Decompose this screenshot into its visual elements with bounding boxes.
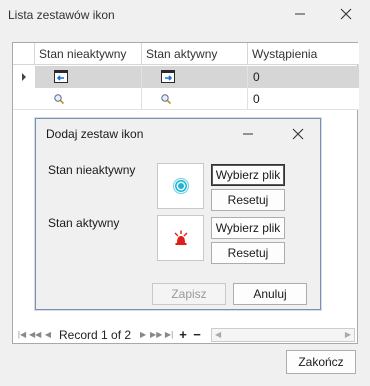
prev-record-icon[interactable]: ◀ [42,330,54,339]
record-navigator: |◀ ◀◀ ◀ Record 1 of 2 ▶ ▶▶ ▶| + − ◀ ▶ [13,325,359,344]
magnifier-icon [161,94,172,105]
next-record-icon[interactable]: ▶ [137,330,149,339]
dialog-minimize-button[interactable] [236,124,260,144]
table-row[interactable]: 0 [13,66,359,88]
active-state-label: Stan aktywny [48,216,120,230]
add-icon-set-dialog: Dodaj zestaw ikon Stan nieaktywny Wybier… [35,118,321,310]
scroll-left-icon[interactable]: ◀ [215,330,221,339]
inactive-state-label: Stan nieaktywny [48,163,136,177]
close-window-button[interactable] [332,2,360,26]
pick-active-file-button[interactable]: Wybierz plik [211,217,285,239]
row-pointer-icon [22,73,26,81]
inactive-icon-preview [157,163,204,209]
cell-occurrences[interactable]: 0 [248,66,359,88]
cell-inactive-icon[interactable] [35,88,142,110]
horizontal-scrollbar[interactable]: ◀ ▶ [211,328,355,342]
reset-inactive-button[interactable]: Resetuj [211,189,285,211]
row-indicator-header [13,43,35,65]
window-back-arrow-icon [54,70,68,83]
finish-button[interactable]: Zakończ [286,350,356,374]
cell-occurrences[interactable]: 0 [248,88,359,110]
last-record-icon[interactable]: ▶| [163,330,175,339]
row-indicator [13,66,35,88]
next-page-icon[interactable]: ▶▶ [150,330,162,339]
minimize-icon [295,13,305,15]
scroll-right-icon[interactable]: ▶ [345,330,351,339]
dialog-title: Dodaj zestaw ikon [46,127,144,141]
add-record-button[interactable]: + [176,327,190,342]
table-row[interactable]: 0 [13,88,359,110]
column-header-inactive[interactable]: Stan nieaktywny [35,43,142,65]
reset-active-button[interactable]: Resetuj [211,242,285,264]
red-indicator-icon [174,230,187,245]
cyan-circle-icon [172,177,189,195]
window-forward-arrow-icon [161,70,175,83]
column-header-active[interactable]: Stan aktywny [142,43,248,65]
record-counter: Record 1 of 2 [59,327,132,342]
cancel-button[interactable]: Anuluj [233,283,307,305]
magnifier-icon [54,94,65,105]
column-header-occurrences[interactable]: Wystąpienia [248,43,359,65]
minimize-button[interactable] [286,2,314,26]
window-title: Lista zestawów ikon [8,8,115,22]
minimize-icon [243,133,253,135]
save-button[interactable]: Zapisz [152,283,226,305]
close-icon [292,128,304,140]
cell-active-icon[interactable] [142,66,248,88]
cell-active-icon[interactable] [142,88,248,110]
dialog-close-button[interactable] [286,124,310,144]
prev-page-icon[interactable]: ◀◀ [29,330,41,339]
active-icon-preview [157,215,204,261]
row-indicator [13,88,35,110]
close-icon [340,8,352,20]
cell-inactive-icon[interactable] [35,66,142,88]
pick-inactive-file-button[interactable]: Wybierz plik [211,164,285,186]
remove-record-button[interactable]: − [190,327,204,342]
first-record-icon[interactable]: |◀ [16,330,28,339]
